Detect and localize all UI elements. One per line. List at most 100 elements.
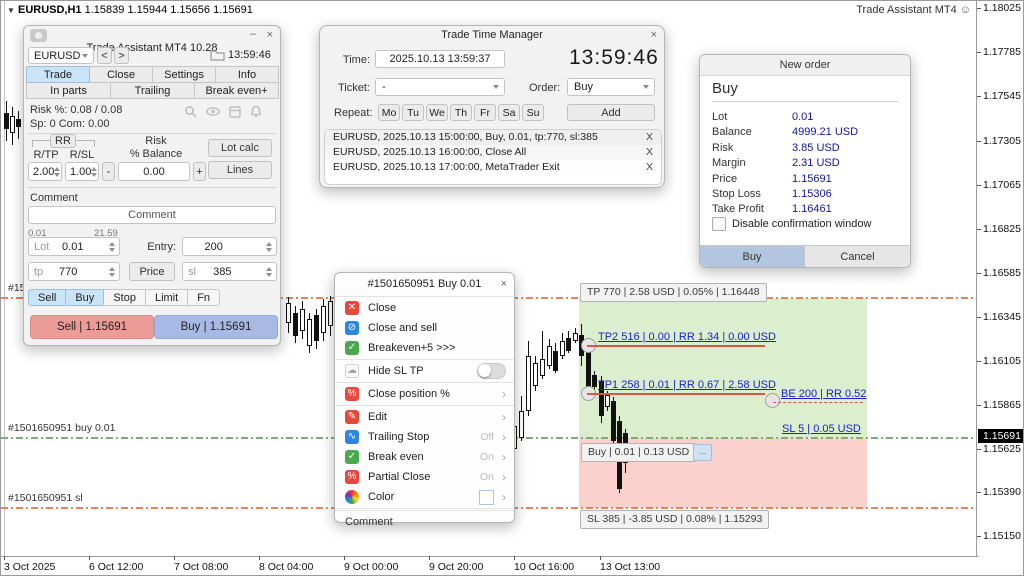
ttm-titlebar[interactable]: Trade Time Manager × [320, 26, 664, 44]
confirmation-checkbox-row[interactable]: Disable confirmation window [712, 217, 871, 231]
day-mo[interactable]: Mo [378, 104, 400, 121]
sl-input[interactable]: sl 385 [182, 262, 277, 281]
symbol-select[interactable]: EURUSD [28, 47, 94, 64]
menu-item-break-even[interactable]: ✓Break evenOn› [335, 447, 514, 467]
color-swatch[interactable] [479, 490, 494, 505]
day-th[interactable]: Th [450, 104, 472, 121]
tab-settings[interactable]: Settings [152, 66, 216, 83]
breakeven-green-icon: ✓ [345, 450, 359, 464]
calendar-icon[interactable] [229, 105, 241, 118]
bell-icon[interactable] [250, 105, 262, 118]
time-input[interactable]: 2025.10.13 13:59:37 [375, 50, 505, 68]
tp2-line[interactable] [587, 345, 765, 347]
risk-plus-button[interactable]: + [193, 162, 206, 181]
hide-sltp-toggle[interactable] [477, 363, 506, 379]
checkbox-icon[interactable] [712, 217, 726, 231]
sl5-label[interactable]: SL 5 | 0.05 USD [782, 423, 861, 435]
comment-input[interactable]: Comment [28, 206, 276, 224]
buy-order-button[interactable]: Buy | 1.15691 [154, 315, 278, 339]
sl-info-box[interactable]: SL 385 | -3.85 USD | 0.08% | 1.15293 [580, 510, 769, 529]
be-label[interactable]: BE 200 | RR 0.52 [781, 388, 866, 400]
next-symbol-button[interactable]: > [114, 47, 129, 64]
spinner-icon[interactable] [91, 167, 101, 177]
schedule-row: EURUSD, 2025.10.13 15:00:00, Buy, 0.01, … [325, 130, 661, 145]
buy-info-box[interactable]: Buy | 0.01 | 0.13 USD [581, 443, 696, 462]
prev-symbol-button[interactable]: < [97, 47, 112, 64]
price-axis[interactable]: 1.180251.177851.175451.173051.170651.168… [976, 1, 1023, 559]
remove-schedule-button[interactable]: X [646, 145, 653, 160]
remove-schedule-button[interactable]: X [646, 160, 653, 175]
spinner-icon[interactable] [109, 267, 119, 277]
chart-dropdown-arrow[interactable]: ▼ [7, 6, 15, 15]
minimize-button[interactable]: – [250, 25, 256, 43]
lot-input[interactable]: Lot 0.01 [28, 237, 120, 256]
be-handle[interactable] [765, 393, 780, 408]
menu-item-partial-close[interactable]: %Partial CloseOn› [335, 467, 514, 487]
entry-input[interactable]: 200 [182, 237, 277, 256]
rr-button[interactable]: RR [50, 134, 76, 148]
lines-button[interactable]: Lines [208, 161, 272, 179]
tp1-label[interactable]: TP1 258 | 0.01 | RR 0.67 | 2.58 USD [598, 379, 776, 391]
time-axis[interactable]: 3 Oct 20256 Oct 12:007 Oct 08:008 Oct 04… [1, 556, 979, 575]
trade-assistant-titlebar[interactable]: Trade Assistant MT4 10.28 – × [24, 26, 280, 44]
lot-calc-button[interactable]: Lot calc [208, 139, 272, 157]
order-select[interactable]: Buy [567, 78, 655, 96]
price-tick: 1.16825 [983, 223, 1021, 235]
comment-menu-item[interactable]: Comment [335, 512, 514, 528]
rtp-input[interactable]: 2.00 [28, 162, 62, 181]
remove-schedule-button[interactable]: X [646, 130, 653, 145]
spinner-icon[interactable] [54, 167, 64, 177]
tp2-label[interactable]: TP2 516 | 0.00 | RR 1.34 | 0.00 USD [598, 331, 776, 343]
spinner-icon[interactable] [109, 242, 119, 252]
more-options-button[interactable]: ... [693, 444, 712, 461]
tab-close[interactable]: Close [89, 66, 153, 83]
mode-limit[interactable]: Limit [145, 289, 188, 306]
search-icon[interactable] [184, 105, 197, 118]
position-menu-titlebar[interactable]: #1501650951 Buy 0.01 × [335, 273, 514, 295]
ttm-close-button[interactable]: × [651, 26, 657, 44]
tab-info[interactable]: Info [215, 66, 279, 83]
time-value: 2025.10.13 13:59:37 [390, 53, 491, 65]
menu-item-trailing-stop[interactable]: ∿Trailing StopOff› [335, 427, 514, 447]
menu-item-close-position-[interactable]: %Close position %› [335, 384, 514, 404]
mode-stop[interactable]: Stop [103, 289, 146, 306]
menu-item-color[interactable]: Color› [335, 487, 514, 507]
position-menu-close[interactable]: × [501, 273, 507, 295]
menu-item-breakeven-5-[interactable]: ✓Breakeven+5 >>> [335, 338, 514, 358]
menu-item-hide-sl-tp[interactable]: ☁Hide SL TP [335, 361, 514, 381]
eye-icon[interactable] [206, 105, 220, 118]
mode-buy[interactable]: Buy [65, 289, 104, 306]
day-su[interactable]: Su [522, 104, 544, 121]
close-button[interactable]: × [267, 26, 273, 44]
day-we[interactable]: We [426, 104, 448, 121]
price-button[interactable]: Price [129, 262, 175, 281]
day-sa[interactable]: Sa [498, 104, 520, 121]
menu-item-edit[interactable]: ✎Edit› [335, 407, 514, 427]
cancel-button[interactable]: Cancel [805, 245, 910, 267]
menu-item-close[interactable]: ✕Close [335, 298, 514, 318]
spinner-icon[interactable] [266, 267, 276, 277]
camera-icon[interactable] [30, 29, 47, 42]
tp-info-box[interactable]: TP 770 | 2.58 USD | 0.05% | 1.16448 [580, 283, 767, 302]
tp-input[interactable]: tp 770 [28, 262, 120, 281]
risk-minus-button[interactable]: - [102, 162, 115, 181]
be-line[interactable] [773, 402, 863, 403]
subtab-break-even-[interactable]: Break even+ [194, 82, 279, 99]
mode-sell[interactable]: Sell [28, 289, 66, 306]
confirm-buy-button[interactable]: Buy [700, 245, 805, 267]
add-button[interactable]: Add [567, 104, 655, 121]
menu-item-close-and-sell[interactable]: ⊘Close and sell [335, 318, 514, 338]
ticket-select[interactable]: - [375, 78, 505, 96]
sell-order-button[interactable]: Sell | 1.15691 [30, 315, 154, 339]
mode-fn[interactable]: Fn [187, 289, 220, 306]
tp1-line[interactable] [587, 393, 765, 395]
folder-icon[interactable] [210, 49, 225, 61]
rsl-input[interactable]: 1.00 [65, 162, 99, 181]
subtab-trailing[interactable]: Trailing [110, 82, 195, 99]
day-tu[interactable]: Tu [402, 104, 424, 121]
tab-trade[interactable]: Trade [26, 66, 90, 83]
risk-balance-input[interactable]: 0.00 [118, 162, 190, 181]
subtab-in-parts[interactable]: In parts [26, 82, 111, 99]
day-fr[interactable]: Fr [474, 104, 496, 121]
spinner-icon[interactable] [266, 242, 276, 252]
